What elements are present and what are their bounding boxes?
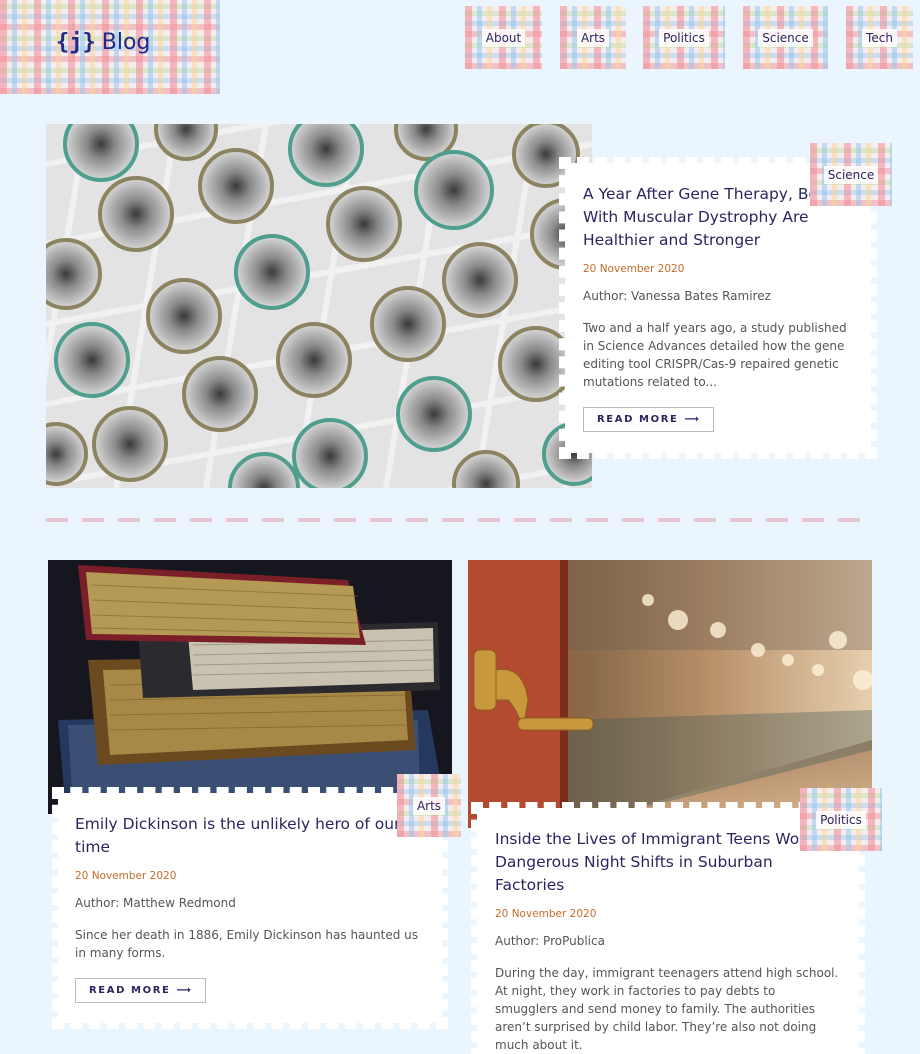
read-more-label: READ MORE — [89, 985, 171, 996]
post-author: Author: Matthew Redmond — [75, 896, 236, 910]
featured-card: A Year After Gene Therapy, Boys With Mus… — [559, 157, 877, 459]
post-card-arts: Emily Dickinson is the unlikely hero of … — [52, 787, 448, 1029]
post-excerpt: Two and a half years ago, a study publis… — [583, 321, 847, 389]
read-more-label: READ MORE — [597, 414, 679, 425]
site-logo[interactable]: {j} Blog — [0, 0, 220, 94]
post-date: 20 November 2020 — [583, 263, 685, 275]
logo-wordmark: Blog — [101, 30, 151, 55]
nav-label: About — [481, 28, 526, 47]
test-tubes-photo — [46, 124, 592, 488]
category-tag-science[interactable]: Science — [810, 143, 892, 206]
read-more-button[interactable]: READ MORE ⟶ — [75, 978, 207, 1003]
tag-label: Science — [823, 165, 879, 184]
section-divider — [46, 518, 874, 522]
arrow-right-icon: ⟶ — [176, 985, 193, 996]
tag-label: Arts — [412, 796, 446, 815]
post-author: Author: Vanessa Bates Ramirez — [583, 289, 771, 303]
nav-label: Arts — [576, 28, 610, 47]
post-author: Author: ProPublica — [495, 934, 605, 948]
logo-mark: {j} — [56, 30, 96, 55]
featured-image[interactable] — [46, 124, 592, 488]
read-more-button[interactable]: READ MORE ⟶ — [583, 407, 715, 432]
post-excerpt: Since her death in 1886, Emily Dickinson… — [75, 928, 418, 960]
post-date: 20 November 2020 — [75, 870, 177, 882]
nav-label: Politics — [659, 28, 709, 47]
nav-item-politics[interactable]: Politics — [643, 6, 725, 69]
post-date: 20 November 2020 — [495, 908, 597, 920]
nav-item-arts[interactable]: Arts — [560, 6, 626, 69]
arrow-right-icon: ⟶ — [684, 414, 701, 425]
nav-label: Science — [758, 28, 813, 47]
nav-item-tech[interactable]: Tech — [846, 6, 913, 69]
nav-label: Tech — [862, 28, 897, 47]
category-tag-politics[interactable]: Politics — [800, 788, 882, 851]
nav-item-science[interactable]: Science — [743, 6, 828, 69]
nav-item-about[interactable]: About — [465, 6, 542, 69]
category-tag-arts[interactable]: Arts — [397, 774, 461, 837]
post-excerpt: During the day, immigrant teenagers atte… — [495, 966, 839, 1052]
post-title[interactable]: Emily Dickinson is the unlikely hero of … — [75, 813, 425, 859]
post-image-books[interactable] — [48, 560, 452, 814]
books-photo — [48, 560, 452, 814]
post-title[interactable]: Inside the Lives of Immigrant Teens Work… — [495, 828, 841, 897]
tag-label: Politics — [816, 810, 866, 829]
